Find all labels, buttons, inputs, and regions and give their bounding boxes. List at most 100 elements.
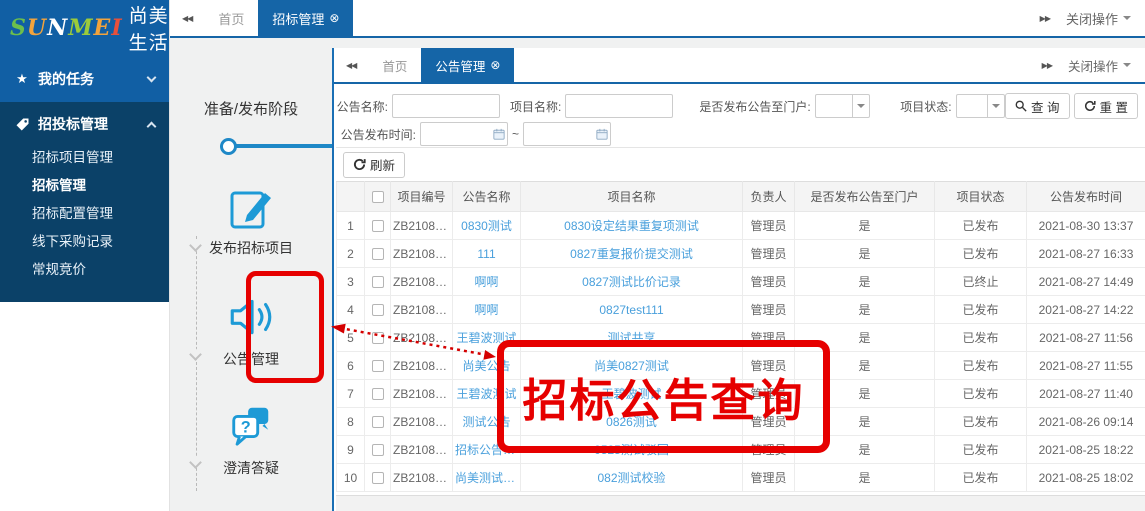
phase-progress-node (220, 138, 237, 155)
announcement-name-input[interactable] (392, 94, 500, 118)
annotation-callout-box: 招标公告查询 (497, 340, 830, 453)
select-all-checkbox[interactable] (372, 191, 384, 203)
cell-project-no: ZB210826001 (391, 408, 453, 436)
cell-publish-time: 2021-08-26 09:14 (1027, 408, 1145, 436)
row-checkbox[interactable] (372, 444, 384, 456)
cell-project-name[interactable]: 0827测试比价记录 (521, 268, 743, 296)
col-portal: 是否发布公告至门户 (795, 182, 935, 212)
publish-project-step-icon[interactable] (170, 184, 332, 232)
cell-announcement-name[interactable]: 尚美测试公告08... (453, 464, 521, 492)
cell-project-name[interactable]: 0827test111 (521, 296, 743, 324)
cell-portal: 是 (795, 212, 935, 240)
row-index: 3 (337, 268, 365, 296)
cell-project-name[interactable]: 0827重复报价提交测试 (521, 240, 743, 268)
row-checkbox[interactable] (372, 416, 384, 428)
sidebar-section-bid-management-header[interactable]: 招投标管理 (0, 104, 169, 144)
caret-down-icon (992, 104, 1000, 112)
row-index: 5 (337, 324, 365, 352)
scroll-tabs-icon[interactable]: ▶▶ (1030, 14, 1060, 23)
publish-portal-select[interactable] (815, 94, 871, 118)
project-name-input[interactable] (565, 94, 673, 118)
cell-portal: 是 (795, 464, 935, 492)
row-checkbox[interactable] (372, 360, 384, 372)
row-checkbox[interactable] (372, 248, 384, 260)
table-header-row: 项目编号 公告名称 项目名称 负责人 是否发布公告至门户 项目状态 公告发布时间 (337, 182, 1145, 212)
close-operations-dropdown[interactable]: 关闭操作 (1062, 56, 1137, 75)
cell-announcement-name[interactable]: 0830测试 (453, 212, 521, 240)
cell-status: 已发布 (935, 380, 1027, 408)
step-label-clarification[interactable]: 澄清答疑 (170, 458, 332, 478)
cell-status: 已发布 (935, 464, 1027, 492)
row-checkbox[interactable] (372, 304, 384, 316)
row-checkbox[interactable] (372, 220, 384, 232)
sidebar-item-bid-config-management[interactable]: 招标配置管理 (0, 200, 169, 228)
cell-project-no: ZB210827007 (391, 268, 453, 296)
table-row: 10 ZB210825006 尚美测试公告08... 082测试校验 管理员 是… (337, 464, 1145, 492)
collapse-tabs-icon[interactable]: ◀◀ (334, 48, 368, 82)
col-project-no: 项目编号 (391, 182, 453, 212)
row-index: 9 (337, 436, 365, 464)
row-checkbox[interactable] (372, 332, 384, 344)
query-button[interactable]: 查 询 (1005, 93, 1069, 119)
inner-tab-home[interactable]: 首页 (368, 48, 421, 82)
question-bubble-icon: ? (228, 402, 274, 448)
tab-close-icon[interactable]: ⊗ (490, 58, 500, 72)
cell-project-no: ZB210827008 (391, 240, 453, 268)
search-icon (1015, 100, 1027, 112)
cell-portal: 是 (795, 296, 935, 324)
cell-announcement-name[interactable]: 啊啊 (453, 268, 521, 296)
sidebar-section-bid-management: 招投标管理 招标项目管理 招标管理 招标配置管理 线下采购记录 常规竞价 (0, 102, 169, 302)
logo-letter: I (111, 15, 122, 41)
close-operations-dropdown[interactable]: 关闭操作 (1060, 9, 1137, 28)
inner-tab-announcement-management[interactable]: 公告管理 ⊗ (421, 48, 514, 82)
sidebar-section-my-tasks[interactable]: ★ 我的任务 (0, 56, 169, 102)
collapse-tabs-icon[interactable]: ◀◀ (170, 0, 204, 36)
row-index: 8 (337, 408, 365, 436)
row-checkbox[interactable] (372, 276, 384, 288)
outer-tab-bid-management[interactable]: 招标管理 ⊗ (258, 0, 353, 36)
sidebar-item-offline-purchase-records[interactable]: 线下采购记录 (0, 228, 169, 256)
project-status-select[interactable] (956, 94, 1005, 118)
row-checkbox[interactable] (372, 388, 384, 400)
cell-announcement-name[interactable]: 啊啊 (453, 296, 521, 324)
reset-button[interactable]: 重 置 (1074, 93, 1138, 119)
cell-project-no: ZB210827003 (391, 324, 453, 352)
row-checkbox[interactable] (372, 472, 384, 484)
step-label-publish-project[interactable]: 发布招标项目 (170, 238, 332, 258)
row-index: 1 (337, 212, 365, 240)
cell-status: 已发布 (935, 408, 1027, 436)
row-index: 2 (337, 240, 365, 268)
col-row-number (337, 182, 365, 212)
logo-letter: E (94, 15, 112, 41)
col-project-name: 项目名称 (521, 182, 743, 212)
outer-tab-home[interactable]: 首页 (204, 0, 258, 36)
col-announcement-name: 公告名称 (453, 182, 521, 212)
cell-status: 已发布 (935, 212, 1027, 240)
calendar-icon[interactable] (596, 128, 608, 140)
cell-announcement-name[interactable]: 111 (453, 240, 521, 268)
tab-close-icon[interactable]: ⊗ (329, 11, 339, 25)
sidebar-item-bid-management[interactable]: 招标管理 (0, 172, 169, 200)
cell-project-no: ZB210827001 (391, 380, 453, 408)
publish-time-end (523, 122, 611, 146)
refresh-button[interactable]: 刷新 (343, 152, 405, 178)
logo-brand-text: 尚美生活 (129, 1, 169, 55)
scroll-tabs-icon[interactable]: ▶▶ (1032, 61, 1062, 70)
clarification-step-icon[interactable]: ? (170, 402, 332, 448)
refresh-icon (353, 158, 366, 171)
announcement-name-label: 公告名称: (336, 98, 388, 115)
cell-project-no: ZB210825006 (391, 464, 453, 492)
cell-project-name[interactable]: 082测试校验 (521, 464, 743, 492)
sidebar-item-regular-bidding[interactable]: 常规竞价 (0, 256, 169, 284)
sidebar-item-bid-project-management[interactable]: 招标项目管理 (0, 144, 169, 172)
cell-owner: 管理员 (743, 240, 795, 268)
cell-portal: 是 (795, 268, 935, 296)
row-index: 10 (337, 464, 365, 492)
cell-status: 已发布 (935, 240, 1027, 268)
col-select-all (365, 182, 391, 212)
cell-project-name[interactable]: 0830设定结果重复项测试 (521, 212, 743, 240)
cell-publish-time: 2021-08-27 14:49 (1027, 268, 1145, 296)
inner-tabbar: ◀◀ 首页 公告管理 ⊗ ▶▶ 关闭操作 (334, 48, 1145, 84)
app-window: { "logo": { "letters": [ {"t":"S","c":"#… (0, 0, 1145, 511)
calendar-icon[interactable] (493, 128, 505, 140)
